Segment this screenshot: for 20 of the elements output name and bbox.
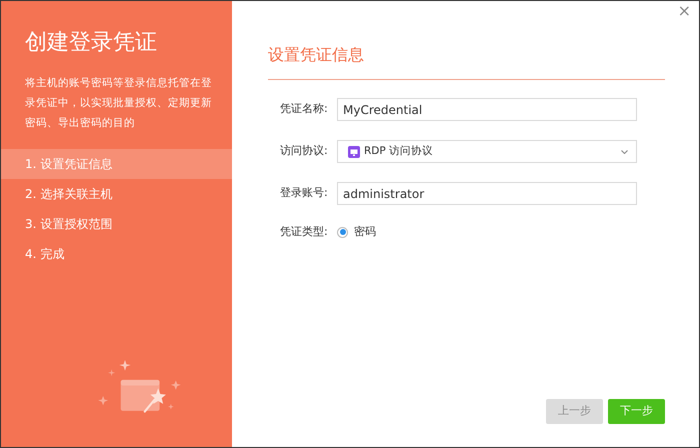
step-item[interactable]: 2. 选择关联主机 <box>1 179 232 209</box>
text-field[interactable]: administrator <box>337 182 637 205</box>
step-item[interactable]: 1. 设置凭证信息 <box>1 149 232 179</box>
step-item[interactable]: 3. 设置授权范围 <box>1 209 232 239</box>
field-label: 凭证类型: <box>280 224 329 240</box>
step-item[interactable]: 4. 完成 <box>1 239 232 269</box>
protocol-dropdown[interactable]: RDP 访问协议 <box>337 140 637 163</box>
monitor-icon <box>348 146 360 158</box>
radio-button[interactable] <box>337 226 348 238</box>
field-label: 登录账号: <box>280 185 329 202</box>
next-button[interactable]: 下一步 <box>608 399 665 424</box>
text-field[interactable]: MyCredential <box>337 98 637 121</box>
radio-label: 密码 <box>354 224 376 240</box>
description-text: 将主机的账号密码等登录信息托管在登录凭证中，以实现批量授权、定期更新密码、导出密码的目的 <box>24 76 213 131</box>
dialog-title: 创建登录凭证 <box>24 29 158 57</box>
close-button[interactable]: × <box>678 3 691 19</box>
field-label: 凭证名称: <box>280 101 329 118</box>
section-heading: 设置凭证信息 <box>268 43 665 80</box>
chevron-down-icon <box>621 150 628 154</box>
field-label: 访问协议: <box>280 143 329 160</box>
